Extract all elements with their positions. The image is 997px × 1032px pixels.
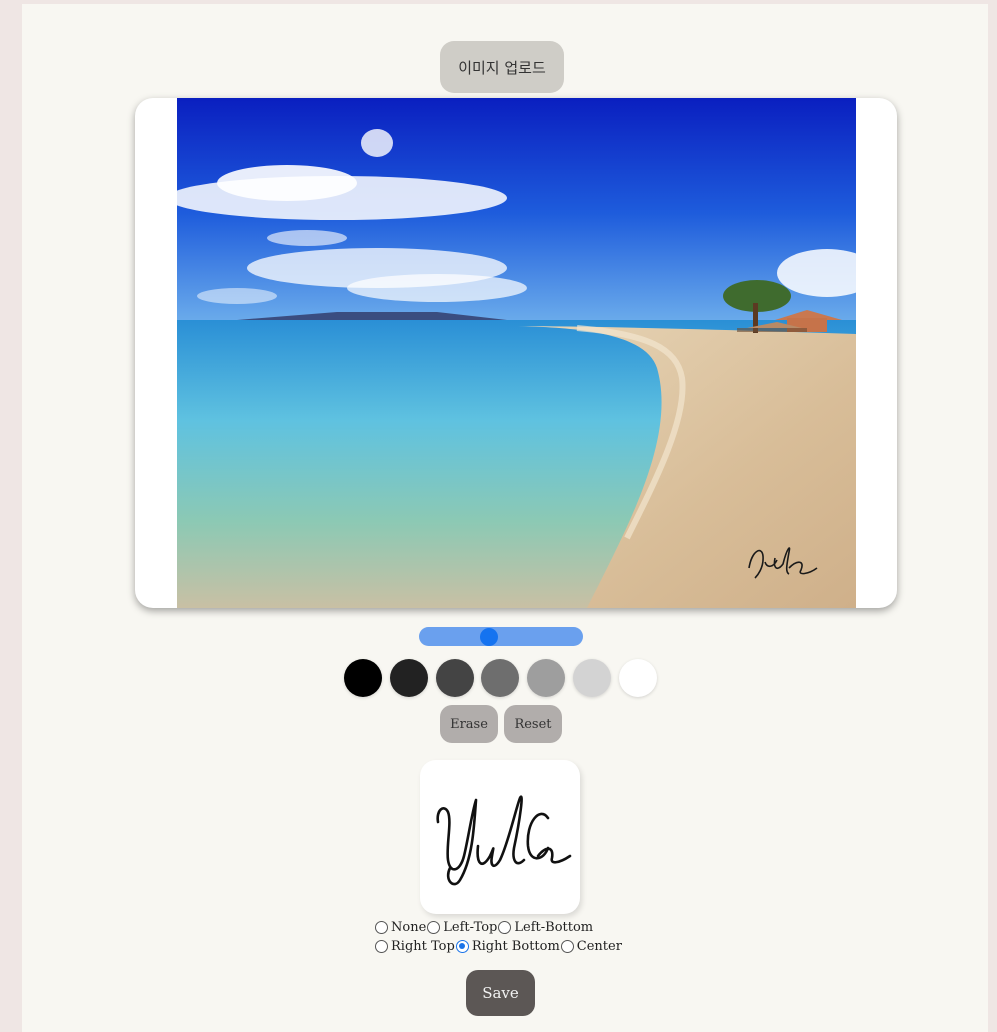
erase-button[interactable]: Erase <box>440 705 498 743</box>
color-swatch[interactable] <box>618 659 657 697</box>
beach-photo <box>177 98 856 608</box>
position-option-label: Left-Top <box>443 920 498 935</box>
radio-button[interactable] <box>455 940 469 953</box>
reset-button[interactable]: Reset <box>504 705 562 743</box>
radio-button[interactable] <box>427 921 441 934</box>
radio-button[interactable] <box>375 940 388 953</box>
save-button[interactable]: Save <box>466 970 535 1016</box>
position-option-label: Right Bottom <box>471 939 560 954</box>
position-option[interactable]: Left-Top <box>426 920 497 935</box>
position-option[interactable]: Center <box>560 939 622 954</box>
position-option[interactable]: Right Top <box>374 939 455 954</box>
radio-button[interactable] <box>560 940 574 953</box>
color-swatch[interactable] <box>573 659 611 697</box>
position-option-label: Right Top <box>391 939 455 954</box>
upload-image-button[interactable]: 이미지 업로드 <box>440 41 564 93</box>
position-option[interactable]: None <box>374 920 426 935</box>
position-option-label: Left-Bottom <box>514 920 594 935</box>
brush-size-slider[interactable] <box>419 627 583 646</box>
color-swatch[interactable] <box>344 659 382 697</box>
signature-drawing <box>436 795 572 886</box>
position-options-row-1: None Left-Top Left-Bottom <box>374 920 593 935</box>
slider-thumb[interactable] <box>480 627 499 646</box>
position-options-row-2: Right Top Right Bottom Center <box>374 939 622 954</box>
radio-button[interactable] <box>498 921 512 934</box>
color-palette <box>344 659 664 699</box>
image-preview-card <box>135 98 897 608</box>
position-option[interactable]: Right Bottom <box>455 939 560 954</box>
color-swatch[interactable] <box>481 659 520 697</box>
position-option[interactable]: Left-Bottom <box>497 920 593 935</box>
signature-pad[interactable] <box>420 760 580 914</box>
color-swatch[interactable] <box>389 659 428 697</box>
radio-button[interactable] <box>375 921 388 934</box>
color-swatch[interactable] <box>527 659 566 697</box>
position-option-label: None <box>391 920 427 935</box>
position-option-label: Center <box>576 939 622 954</box>
color-swatch[interactable] <box>435 659 474 697</box>
